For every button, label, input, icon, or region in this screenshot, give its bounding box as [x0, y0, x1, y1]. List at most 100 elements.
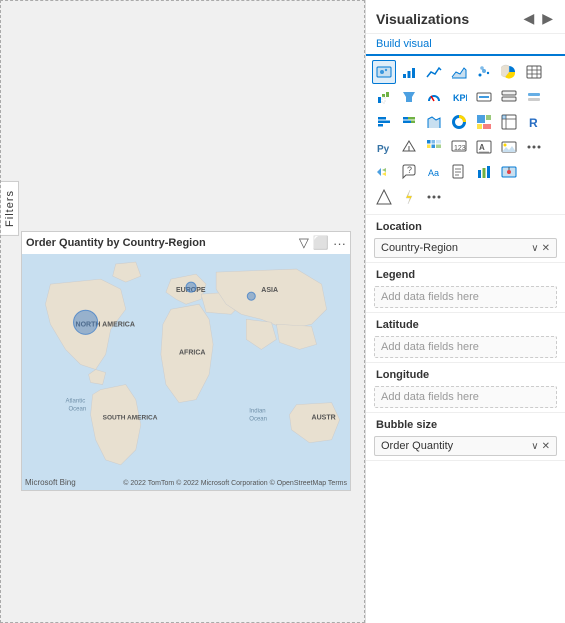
fields-section: Location Country-Region ∨ ✕ Legend Add d…	[366, 215, 565, 623]
viz-icon-scatter[interactable]	[472, 60, 496, 84]
build-visual-tab[interactable]: Build visual	[366, 34, 565, 56]
viz-icon-heatmap[interactable]	[422, 135, 446, 159]
viz-icon-kpi[interactable]: KPI	[447, 85, 471, 109]
longitude-label: Longitude	[366, 363, 565, 384]
svg-text:123: 123	[454, 145, 466, 152]
bubble-size-chevron-icon[interactable]: ∨	[531, 441, 538, 452]
legend-placeholder: Add data fields here	[374, 286, 557, 308]
viz-icon-pie[interactable]	[497, 60, 521, 84]
svg-text:AUSTR: AUSTR	[312, 415, 336, 422]
svg-text:R: R	[529, 116, 538, 130]
viz-row-4: Py	[372, 135, 559, 159]
more-options-icon[interactable]: ···	[333, 236, 346, 251]
panel-nav: ◀ ▶	[521, 8, 555, 29]
viz-icon-qna[interactable]: ?	[397, 160, 421, 184]
location-chevron-icon[interactable]: ∨	[531, 243, 538, 254]
viz-icon-smartnarrative[interactable]: Aa	[422, 160, 446, 184]
viz-icon-card[interactable]	[472, 85, 496, 109]
bubble-size-pill[interactable]: Order Quantity ∨ ✕	[374, 436, 557, 456]
svg-text:A: A	[479, 143, 485, 152]
map-svg: NORTH AMERICA SOUTH AMERICA EUROPE ASIA …	[22, 254, 350, 490]
svg-text:AFRICA: AFRICA	[179, 349, 206, 356]
location-remove-icon[interactable]: ✕	[542, 243, 550, 254]
viz-icon-hbar[interactable]	[372, 110, 396, 134]
bubble-size-pill-text: Order Quantity	[381, 440, 453, 452]
field-group-longitude: Longitude Add data fields here	[366, 363, 565, 413]
viz-icon-slicer[interactable]	[522, 85, 546, 109]
viz-icon-table[interactable]	[522, 60, 546, 84]
bubble-size-pill-actions: ∨ ✕	[531, 441, 550, 452]
viz-icon-lightning[interactable]	[397, 185, 421, 209]
viz-icon-hstacked[interactable]	[397, 110, 421, 134]
panel-nav-left[interactable]: ◀	[521, 8, 536, 29]
bubble-size-remove-icon[interactable]: ✕	[542, 441, 550, 452]
visual-title: Order Quantity by Country-Region	[26, 237, 206, 249]
viz-icon-donut[interactable]	[447, 110, 471, 134]
svg-text:Atlantic: Atlantic	[65, 399, 85, 405]
viz-icon-matrix[interactable]	[497, 110, 521, 134]
location-label: Location	[366, 215, 565, 236]
field-group-legend: Legend Add data fields here	[366, 263, 565, 313]
filter-icon[interactable]: ▽	[299, 235, 309, 251]
field-group-bubble-size: Bubble size Order Quantity ∨ ✕	[366, 413, 565, 461]
latitude-label: Latitude	[366, 313, 565, 334]
viz-icon-ellipsis[interactable]	[422, 185, 446, 209]
legend-label: Legend	[366, 263, 565, 284]
viz-icon-ribbon[interactable]	[422, 110, 446, 134]
viz-icon-azuremap[interactable]	[497, 160, 521, 184]
viz-icon-area[interactable]	[447, 60, 471, 84]
viz-icon-funnel[interactable]	[397, 85, 421, 109]
right-panel: Visualizations ◀ ▶ Build visual	[365, 0, 565, 623]
svg-text:KPI: KPI	[453, 93, 467, 103]
viz-icon-line[interactable]	[422, 60, 446, 84]
longitude-placeholder: Add data fields here	[374, 386, 557, 408]
filters-label: Filters	[4, 190, 16, 227]
filters-tab[interactable]: Filters	[1, 181, 19, 236]
panel-nav-right[interactable]: ▶	[540, 8, 555, 29]
svg-text:Py: Py	[377, 144, 390, 155]
viz-icon-python[interactable]: Py	[372, 135, 396, 159]
viz-icon-more[interactable]	[522, 135, 546, 159]
viz-icon-r[interactable]: R	[522, 110, 546, 134]
viz-row-2: KPI	[372, 85, 559, 109]
svg-text:?: ?	[407, 165, 412, 175]
viz-icon-multirow[interactable]	[497, 85, 521, 109]
viz-icon-image[interactable]	[497, 135, 521, 159]
map-attribution: © 2022 TomTom © 2022 Microsoft Corporati…	[123, 480, 347, 487]
viz-icon-custom1[interactable]	[397, 135, 421, 159]
location-pill[interactable]: Country-Region ∨ ✕	[374, 238, 557, 258]
location-pill-text: Country-Region	[381, 242, 458, 254]
svg-text:Indian: Indian	[249, 409, 265, 415]
svg-text:Aa: Aa	[428, 168, 439, 178]
bubble-size-label: Bubble size	[366, 413, 565, 434]
viz-icon-treemap[interactable]	[472, 110, 496, 134]
field-group-location: Location Country-Region ∨ ✕	[366, 215, 565, 263]
viz-icons-grid: KPI	[366, 56, 565, 215]
viz-row-3: R	[372, 110, 559, 134]
latitude-placeholder: Add data fields here	[374, 336, 557, 358]
canvas-area: Filters Order Quantity by Country-Region…	[0, 0, 365, 623]
viz-icon-paginated[interactable]	[447, 160, 471, 184]
viz-icon-textbox[interactable]: A	[472, 135, 496, 159]
viz-icon-decomptree[interactable]	[372, 160, 396, 184]
viz-icon-bar[interactable]	[397, 60, 421, 84]
viz-icon-map[interactable]	[372, 60, 396, 84]
visual-header: Order Quantity by Country-Region ▽ ⬜ ···	[22, 232, 350, 254]
viz-icon-waterfall[interactable]	[372, 85, 396, 109]
visual-actions: ▽ ⬜ ···	[299, 235, 346, 251]
visual-container: Order Quantity by Country-Region ▽ ⬜ ···	[21, 231, 351, 491]
viz-icon-barchart2[interactable]	[472, 160, 496, 184]
viz-icon-gauge2[interactable]: 123	[447, 135, 471, 159]
viz-icon-gauge[interactable]	[422, 85, 446, 109]
map-container: NORTH AMERICA SOUTH AMERICA EUROPE ASIA …	[22, 254, 350, 490]
panel-header: Visualizations ◀ ▶	[366, 0, 565, 34]
viz-icon-shapes[interactable]	[372, 185, 396, 209]
location-pill-actions: ∨ ✕	[531, 243, 550, 254]
svg-text:Ocean: Ocean	[249, 417, 267, 423]
viz-row-5: ? Aa	[372, 160, 559, 184]
bing-logo: Microsoft Bing	[25, 478, 76, 487]
viz-row-6	[372, 185, 559, 209]
viz-row-1	[372, 60, 559, 84]
panel-title: Visualizations	[376, 11, 469, 27]
focus-icon[interactable]: ⬜	[313, 235, 329, 251]
